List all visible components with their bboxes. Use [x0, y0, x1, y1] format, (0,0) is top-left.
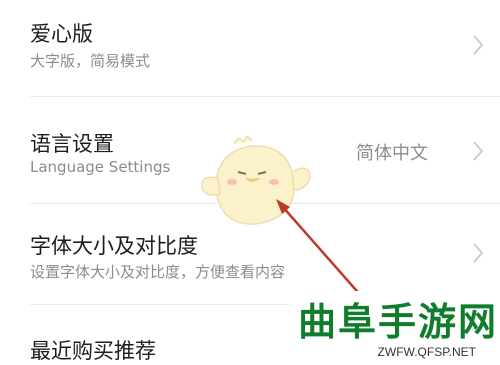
- mascot-icon: [201, 136, 311, 225]
- row-subtitle: 设置字体大小及对比度，方便查看内容: [30, 263, 286, 281]
- settings-row-care-mode[interactable]: 爱心版 大字版，简易模式: [0, 0, 500, 96]
- watermark: 曲阜手游网 ZWFW.QFSP.NET: [290, 291, 500, 361]
- row-title: 语言设置: [30, 132, 114, 156]
- watermark-url: ZWFW.QFSP.NET: [377, 345, 476, 359]
- row-subtitle: 大字版，简易模式: [30, 52, 151, 70]
- language-value: 简体中文: [356, 143, 428, 164]
- chevron-right-icon: [473, 141, 484, 161]
- row-subtitle: Language Settings: [30, 158, 171, 176]
- watermark-title: 曲阜手游网: [298, 299, 499, 344]
- chevron-right-icon: [473, 243, 484, 263]
- row-title: 爱心版: [30, 22, 93, 46]
- row-title: 字体大小及对比度: [30, 234, 198, 258]
- chevron-right-icon: [473, 35, 484, 55]
